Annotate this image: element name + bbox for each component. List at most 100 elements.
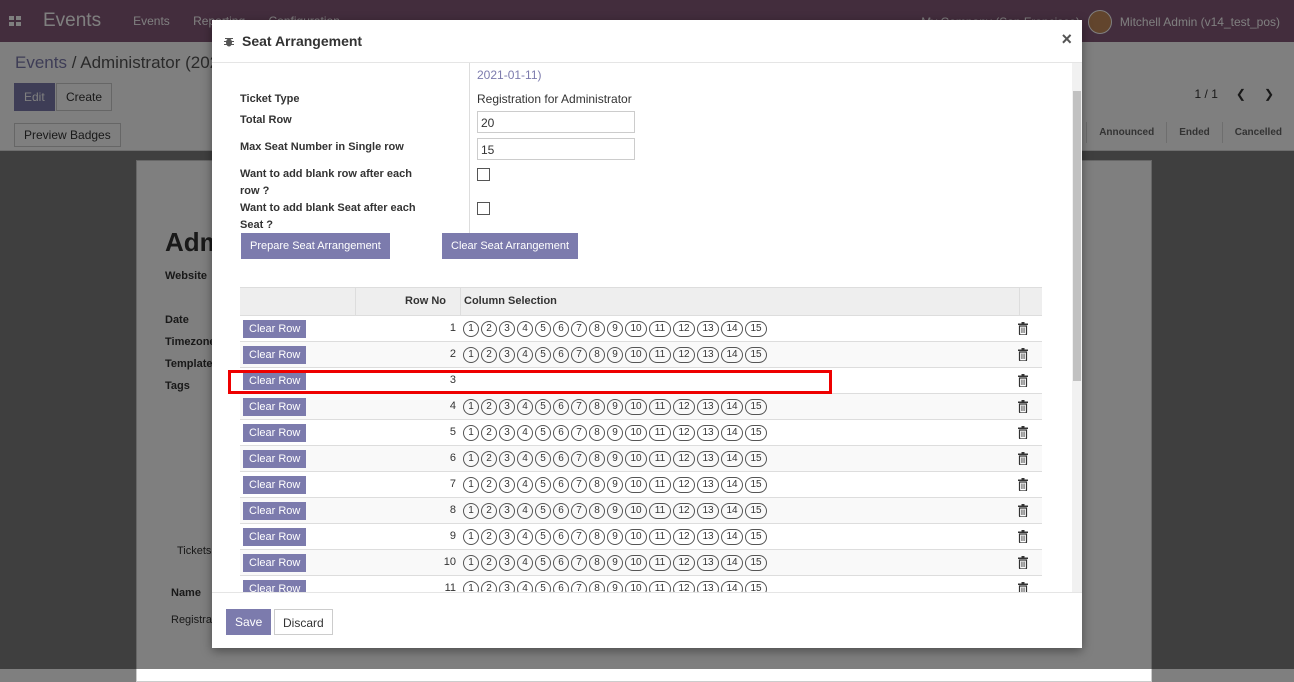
seat-toggle[interactable]: 9 xyxy=(607,321,623,337)
seat-toggle[interactable]: 9 xyxy=(607,555,623,571)
seat-toggle[interactable]: 6 xyxy=(553,555,569,571)
seat-toggle[interactable]: 4 xyxy=(517,399,533,415)
seat-toggle[interactable]: 14 xyxy=(721,477,743,493)
seat-toggle[interactable]: 5 xyxy=(535,347,551,363)
trash-icon[interactable] xyxy=(1018,582,1028,592)
seat-toggle[interactable]: 8 xyxy=(589,477,605,493)
seat-toggle[interactable]: 12 xyxy=(673,555,695,571)
clear-row-button[interactable]: Clear Row xyxy=(243,320,307,338)
seat-toggle[interactable]: 2 xyxy=(481,451,497,467)
total-row-input[interactable]: 20 xyxy=(477,111,635,133)
seat-toggle[interactable]: 14 xyxy=(721,503,743,519)
seat-toggle[interactable]: 11 xyxy=(649,477,671,493)
seat-toggle[interactable]: 7 xyxy=(571,451,587,467)
seat-toggle[interactable]: 8 xyxy=(589,503,605,519)
seat-toggle[interactable]: 12 xyxy=(673,581,695,592)
blank-row-checkbox[interactable] xyxy=(477,168,490,181)
seat-toggle[interactable]: 3 xyxy=(499,425,515,441)
seat-toggle[interactable]: 6 xyxy=(553,321,569,337)
seat-toggle[interactable]: 3 xyxy=(499,529,515,545)
seat-toggle[interactable]: 10 xyxy=(625,425,647,441)
seat-toggle[interactable]: 1 xyxy=(463,503,479,519)
seat-toggle[interactable]: 13 xyxy=(697,555,719,571)
seat-toggle[interactable]: 1 xyxy=(463,581,479,592)
seat-toggle[interactable]: 15 xyxy=(745,347,767,363)
seat-toggle[interactable]: 10 xyxy=(625,503,647,519)
seat-toggle[interactable]: 3 xyxy=(499,581,515,592)
seat-toggle[interactable]: 10 xyxy=(625,321,647,337)
seat-toggle[interactable]: 15 xyxy=(745,425,767,441)
seat-toggle[interactable]: 1 xyxy=(463,529,479,545)
seat-toggle[interactable]: 6 xyxy=(553,581,569,592)
seat-toggle[interactable]: 12 xyxy=(673,321,695,337)
seat-toggle[interactable]: 4 xyxy=(517,581,533,592)
seat-toggle[interactable]: 6 xyxy=(553,425,569,441)
seat-toggle[interactable]: 1 xyxy=(463,399,479,415)
seat-toggle[interactable]: 12 xyxy=(673,399,695,415)
seat-toggle[interactable]: 3 xyxy=(499,503,515,519)
seat-toggle[interactable]: 8 xyxy=(589,555,605,571)
seat-toggle[interactable]: 12 xyxy=(673,347,695,363)
seat-toggle[interactable]: 9 xyxy=(607,425,623,441)
seat-toggle[interactable]: 6 xyxy=(553,347,569,363)
seat-toggle[interactable]: 5 xyxy=(535,399,551,415)
seat-toggle[interactable]: 13 xyxy=(697,321,719,337)
seat-toggle[interactable]: 7 xyxy=(571,425,587,441)
modal-scrollbar[interactable] xyxy=(1072,63,1082,592)
seat-toggle[interactable]: 13 xyxy=(697,477,719,493)
seat-toggle[interactable]: 4 xyxy=(517,425,533,441)
seat-toggle[interactable]: 4 xyxy=(517,451,533,467)
seat-toggle[interactable]: 10 xyxy=(625,555,647,571)
seat-toggle[interactable]: 13 xyxy=(697,451,719,467)
seat-toggle[interactable]: 9 xyxy=(607,451,623,467)
seat-toggle[interactable]: 11 xyxy=(649,555,671,571)
seat-toggle[interactable]: 2 xyxy=(481,425,497,441)
seat-toggle[interactable]: 7 xyxy=(571,529,587,545)
seat-toggle[interactable]: 4 xyxy=(517,555,533,571)
seat-toggle[interactable]: 8 xyxy=(589,321,605,337)
seat-toggle[interactable]: 8 xyxy=(589,451,605,467)
seat-toggle[interactable]: 7 xyxy=(571,503,587,519)
event-date-link[interactable]: 2021-01-11) xyxy=(477,68,542,82)
trash-icon[interactable] xyxy=(1018,478,1028,491)
seat-toggle[interactable]: 11 xyxy=(649,581,671,592)
seat-toggle[interactable]: 14 xyxy=(721,581,743,592)
clear-row-button[interactable]: Clear Row xyxy=(243,398,307,416)
seat-toggle[interactable]: 5 xyxy=(535,529,551,545)
seat-toggle[interactable]: 11 xyxy=(649,425,671,441)
seat-toggle[interactable]: 10 xyxy=(625,581,647,592)
seat-toggle[interactable]: 12 xyxy=(673,477,695,493)
seat-toggle[interactable]: 3 xyxy=(499,451,515,467)
seat-toggle[interactable]: 1 xyxy=(463,477,479,493)
seat-toggle[interactable]: 7 xyxy=(571,477,587,493)
prepare-seat-arrangement-button[interactable]: Prepare Seat Arrangement xyxy=(241,233,390,259)
seat-toggle[interactable]: 8 xyxy=(589,581,605,592)
seat-toggle[interactable]: 15 xyxy=(745,477,767,493)
seat-toggle[interactable]: 14 xyxy=(721,321,743,337)
seat-toggle[interactable]: 7 xyxy=(571,581,587,592)
seat-toggle[interactable]: 14 xyxy=(721,347,743,363)
trash-icon[interactable] xyxy=(1018,322,1028,335)
seat-toggle[interactable]: 4 xyxy=(517,347,533,363)
seat-toggle[interactable]: 9 xyxy=(607,581,623,592)
seat-toggle[interactable]: 4 xyxy=(517,529,533,545)
seat-toggle[interactable]: 3 xyxy=(499,555,515,571)
seat-toggle[interactable]: 5 xyxy=(535,581,551,592)
seat-toggle[interactable]: 6 xyxy=(553,399,569,415)
seat-toggle[interactable]: 1 xyxy=(463,555,479,571)
max-seat-input[interactable]: 15 xyxy=(477,138,635,160)
trash-icon[interactable] xyxy=(1018,400,1028,413)
seat-toggle[interactable]: 10 xyxy=(625,529,647,545)
seat-toggle[interactable]: 7 xyxy=(571,347,587,363)
seat-toggle[interactable]: 1 xyxy=(463,451,479,467)
seat-toggle[interactable]: 5 xyxy=(535,451,551,467)
seat-toggle[interactable]: 13 xyxy=(697,529,719,545)
seat-toggle[interactable]: 12 xyxy=(673,529,695,545)
header-row-no[interactable]: Row No xyxy=(356,288,461,315)
clear-row-button[interactable]: Clear Row xyxy=(243,476,307,494)
seat-toggle[interactable]: 3 xyxy=(499,477,515,493)
seat-toggle[interactable]: 13 xyxy=(697,425,719,441)
seat-toggle[interactable]: 14 xyxy=(721,425,743,441)
seat-toggle[interactable]: 6 xyxy=(553,451,569,467)
seat-toggle[interactable]: 8 xyxy=(589,425,605,441)
